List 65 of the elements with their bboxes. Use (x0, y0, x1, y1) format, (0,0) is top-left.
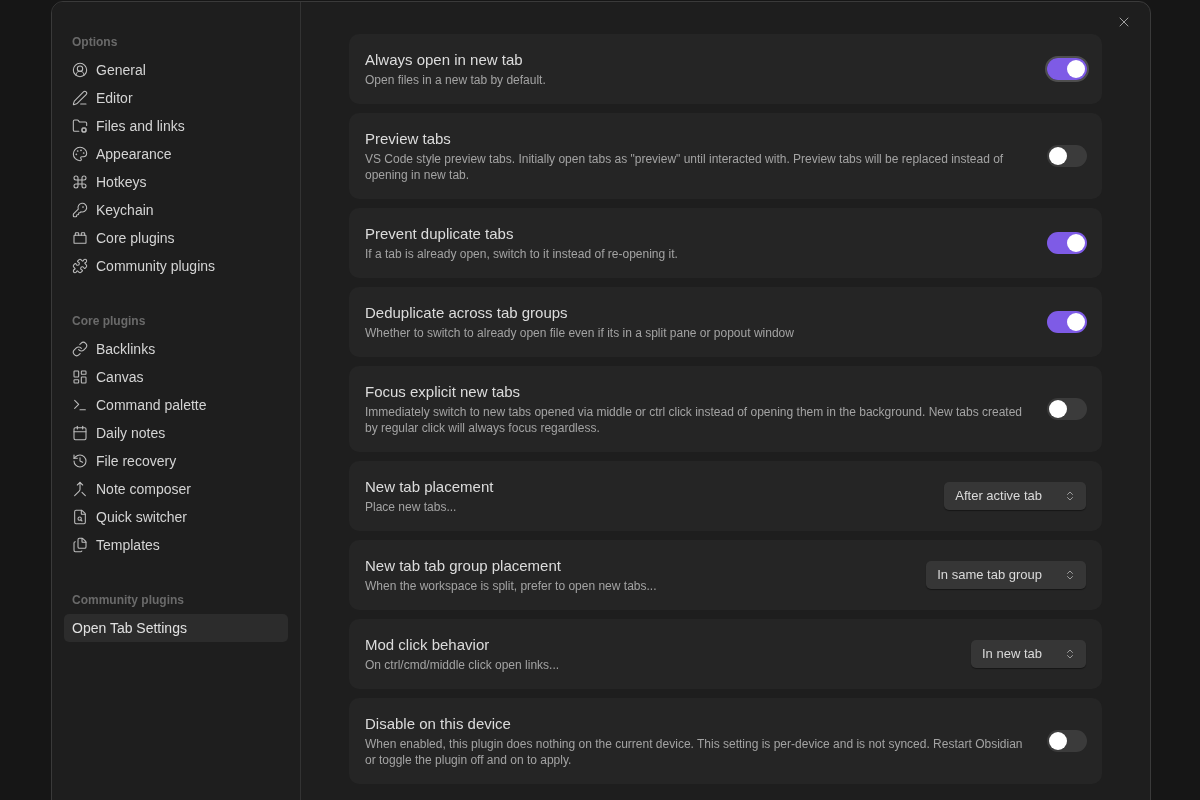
chevron-up-down-icon (1064, 490, 1076, 502)
sidebar-item[interactable]: Editor (64, 84, 288, 112)
setting-description: Open files in a new tab by default. (365, 72, 547, 88)
setting-name: Always open in new tab (365, 50, 524, 69)
toggle-switch[interactable] (1047, 145, 1087, 167)
terminal-prompt-icon (72, 397, 88, 413)
brick-icon (72, 230, 88, 246)
setting-name: Prevent duplicate tabs (365, 224, 515, 243)
setting-name: Focus explicit new tabs (365, 382, 522, 401)
grid-layout-icon (72, 369, 88, 385)
clock-history-icon (72, 453, 88, 469)
toggle-switch[interactable] (1047, 232, 1087, 254)
chevron-up-down-icon (1064, 569, 1076, 581)
setting-description: If a tab is already open, switch to it instead of re-opening it. (365, 246, 679, 262)
sidebar-item[interactable]: Canvas (64, 363, 288, 391)
chevron-up-down-icon (1064, 648, 1076, 660)
dropdown-select[interactable]: After active tab (944, 482, 1086, 510)
folder-gear-icon (72, 118, 88, 134)
sidebar-item[interactable]: File recovery (64, 447, 288, 475)
toggle-switch[interactable] (1047, 730, 1087, 752)
key-icon (72, 202, 88, 218)
setting-description: VS Code style preview tabs. Initially open tabs as "preview" until interacted with. Preview tabs will be replaced instead of opening in new tab. (365, 151, 1005, 183)
toggle-switch[interactable] (1047, 398, 1087, 420)
sidebar-item[interactable]: Quick switcher (64, 503, 288, 531)
setting-description: Whether to switch to already open file even if its in a split pane or popout window (365, 325, 795, 341)
sidebar-item[interactable]: Hotkeys (64, 168, 288, 196)
merge-arrow-icon (72, 481, 88, 497)
puzzle-piece-icon (72, 258, 88, 274)
sidebar-item[interactable]: Backlinks (64, 335, 288, 363)
setting-description: On ctrl/cmd/middle click open links... (365, 657, 561, 673)
files-icon (72, 537, 88, 553)
sidebar-item[interactable]: Templates (64, 531, 288, 559)
sidebar-item[interactable]: General (64, 56, 288, 84)
setting-name: New tab placement (365, 477, 495, 496)
setting-description: Immediately switch to new tabs opened via middle or ctrl click instead of opening them in the background. New tabs created by regular click will always focus regardless. (365, 404, 1023, 436)
person-circle-icon (72, 62, 88, 78)
section-heading: Community plugins (71, 592, 185, 608)
pen-line-icon (72, 90, 88, 106)
palette-icon (72, 146, 88, 162)
sidebar-item[interactable]: Community plugins (64, 252, 288, 280)
setting-name: Disable on this device (365, 714, 512, 733)
sidebar-item[interactable]: Files and links (64, 112, 288, 140)
command-key-icon (72, 174, 88, 190)
sidebar-item[interactable]: Appearance (64, 140, 288, 168)
toggle-switch[interactable] (1047, 311, 1087, 333)
calendar-icon (72, 425, 88, 441)
dropdown-select[interactable]: In same tab group (926, 561, 1086, 589)
setting-description: Place new tabs... (365, 499, 458, 515)
setting-description: When enabled, this plugin does nothing on the current device. This setting is per-device and is not synced. Restart Obsidian or toggle the plugin off and on to apply. (365, 736, 1024, 768)
sidebar-item[interactable]: Note composer (64, 475, 288, 503)
sidebar-item[interactable]: Command palette (64, 391, 288, 419)
sidebar-item[interactable]: Keychain (64, 196, 288, 224)
setting-name: Preview tabs (365, 129, 452, 148)
file-search-icon (72, 509, 88, 525)
dropdown-select[interactable]: In new tab (971, 640, 1086, 668)
setting-name: New tab tab group placement (365, 556, 562, 575)
setting-name: Mod click behavior (365, 635, 491, 654)
setting-description: When the workspace is split, prefer to open new tabs... (365, 578, 658, 594)
link-icon (72, 341, 88, 357)
sidebar-item[interactable]: Core plugins (64, 224, 288, 252)
section-heading: Core plugins (71, 313, 147, 329)
section-heading: Options (71, 34, 119, 50)
sidebar-item[interactable]: Daily notes (64, 419, 288, 447)
sidebar-item[interactable]: Open Tab Settings (64, 614, 288, 642)
setting-name: Deduplicate across tab groups (365, 303, 569, 322)
